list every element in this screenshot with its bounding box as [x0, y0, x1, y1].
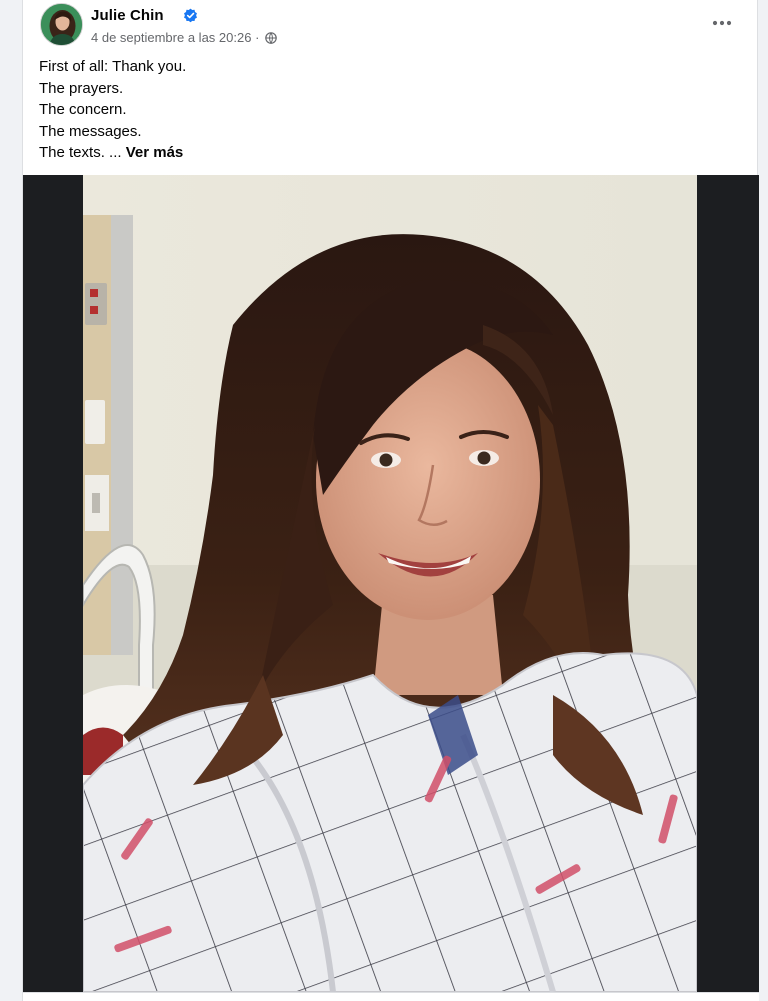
post-photo[interactable] — [83, 175, 697, 992]
more-options-icon[interactable] — [707, 11, 737, 35]
author-avatar[interactable] — [40, 3, 83, 46]
post-card: Julie Chin 4 de septiembre a las 20:26 · — [22, 0, 759, 1001]
post-last-line: The texts. ... Ver más — [39, 142, 741, 164]
post-line: The concern. — [39, 101, 127, 118]
post-line: The texts. — [39, 144, 105, 161]
post-message: First of all: Thank you. The prayers. Th… — [39, 56, 741, 164]
globe-icon — [265, 32, 277, 47]
author-name[interactable]: Julie Chin — [91, 7, 164, 24]
post-timestamp[interactable]: 4 de septiembre a las 20:26 — [91, 30, 251, 45]
verified-badge-icon — [183, 8, 198, 23]
post-meta: 4 de septiembre a las 20:26 · — [91, 30, 277, 47]
ellipsis: ... — [109, 144, 122, 161]
post-line: The prayers. — [39, 79, 124, 97]
feed-page: Julie Chin 4 de septiembre a las 20:26 · — [0, 0, 768, 1001]
post-line: First of all: Thank you. — [39, 58, 187, 75]
see-more-link[interactable]: Ver más — [126, 144, 184, 161]
post-footer-strip — [23, 992, 759, 1001]
post-line: The messages. — [39, 122, 142, 140]
meta-separator: · — [255, 30, 260, 45]
post-media[interactable] — [23, 175, 759, 992]
post-header: Julie Chin 4 de septiembre a las 20:26 · — [39, 3, 741, 51]
